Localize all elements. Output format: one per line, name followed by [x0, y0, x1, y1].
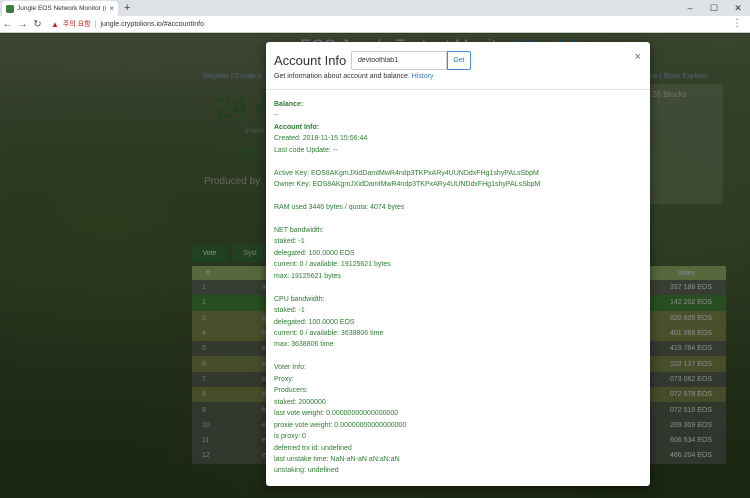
balance-label: Balance:	[274, 101, 304, 108]
voter-title: Voter Info:	[274, 364, 306, 372]
menu-icon[interactable]: ⋮	[732, 18, 742, 29]
deferred-trx: deferred trx id: undefined	[274, 444, 352, 452]
net-title: NET bandwidth:	[274, 226, 324, 234]
history-link[interactable]: History	[412, 73, 434, 80]
owner-key: Owner Key: EOS8AKgmJXidDamtMwR4ndp3TKPxA…	[274, 181, 541, 189]
modal-title: Account Info	[274, 53, 347, 68]
new-tab-button[interactable]: +	[124, 2, 130, 14]
last-vote-weight: last vote weight: 0.00000000000000000	[274, 410, 399, 418]
voter-proxy: Proxy:	[274, 375, 294, 383]
cpu-staked: staked: -1	[274, 307, 305, 315]
modal-subtitle: Get information about account and balanc…	[274, 73, 434, 80]
maximize-icon[interactable]: ☐	[702, 0, 726, 16]
security-warning[interactable]: 주의 요함	[63, 19, 91, 29]
forward-icon[interactable]: →	[15, 19, 30, 30]
url-separator: |	[94, 20, 97, 28]
window-close-icon[interactable]: ✕	[726, 0, 750, 16]
last-unstake-time: last unstake time: NaN-aN-aN aN:aN:aN	[274, 455, 400, 463]
account-name-input[interactable]	[351, 51, 447, 70]
account-info-label: Account Info:	[274, 123, 320, 131]
url-text: jungle.cryptolions.io/#accountInfo	[100, 20, 204, 28]
is-proxy: is proxy: 0	[274, 433, 306, 441]
tab-close-icon[interactable]: ×	[109, 4, 114, 13]
cpu-title: CPU bandwidth:	[274, 295, 325, 303]
modal-body: Balance: -- Account Info: Created: 2018-…	[266, 90, 650, 477]
voter-staked: staked: 2000000	[274, 398, 326, 406]
ram-usage: RAM used 3446 bytes / quota: 4074 bytes	[274, 204, 405, 212]
net-delegated: delegated: 100.0000 EOS	[274, 249, 355, 257]
net-max: max: 19125621 bytes	[274, 272, 341, 280]
minimize-icon[interactable]: –	[678, 0, 702, 16]
cpu-current: current: 0 / available: 3638806 time	[274, 330, 384, 337]
proxie-vote-weight: proxie vote weight: 0.00000000000000000	[274, 421, 407, 429]
window-controls: – ☐ ✕	[678, 0, 750, 16]
created-date: Created: 2018-11-15 15:56:44	[274, 135, 368, 143]
active-key: Active Key: EOS8AKgmJXidDamtMwR4ndp3TKPx…	[274, 169, 539, 177]
url-field[interactable]: ▲ 주의 요함 | jungle.cryptolions.io/#account…	[51, 18, 720, 30]
browser-tab-bar: Jungle EOS Network Monitor (c × + – ☐ ✕	[0, 0, 750, 16]
tab-title: Jungle EOS Network Monitor (c	[17, 5, 107, 12]
modal-header: Account Info Get Get information about a…	[266, 42, 650, 90]
close-icon[interactable]: ×	[635, 51, 641, 63]
get-button[interactable]: Get	[447, 51, 471, 70]
account-info-modal: Account Info Get Get information about a…	[266, 42, 650, 486]
last-code-update: Last code Update: --	[274, 146, 338, 154]
unstaking: unstaking: undefined	[274, 467, 339, 475]
back-icon[interactable]: ←	[0, 19, 15, 30]
net-current: current: 0 / available: 19125621 bytes	[274, 261, 391, 269]
net-staked: staked: -1	[274, 238, 305, 246]
warning-icon: ▲	[51, 19, 59, 29]
modal-subtitle-text: Get information about account and balanc…	[274, 73, 410, 80]
reload-icon[interactable]: ↻	[30, 19, 45, 30]
voter-producers: Producers:	[274, 387, 308, 395]
favicon-icon	[6, 4, 14, 13]
address-bar: ← → ↻ ▲ 주의 요함 | jungle.cryptolions.io/#a…	[0, 16, 750, 33]
cpu-max: max: 3638806 time	[274, 341, 334, 349]
balance-value: --	[274, 112, 279, 120]
browser-tab[interactable]: Jungle EOS Network Monitor (c ×	[2, 1, 118, 16]
cpu-delegated: delegated: 100.0000 EOS	[274, 318, 355, 326]
